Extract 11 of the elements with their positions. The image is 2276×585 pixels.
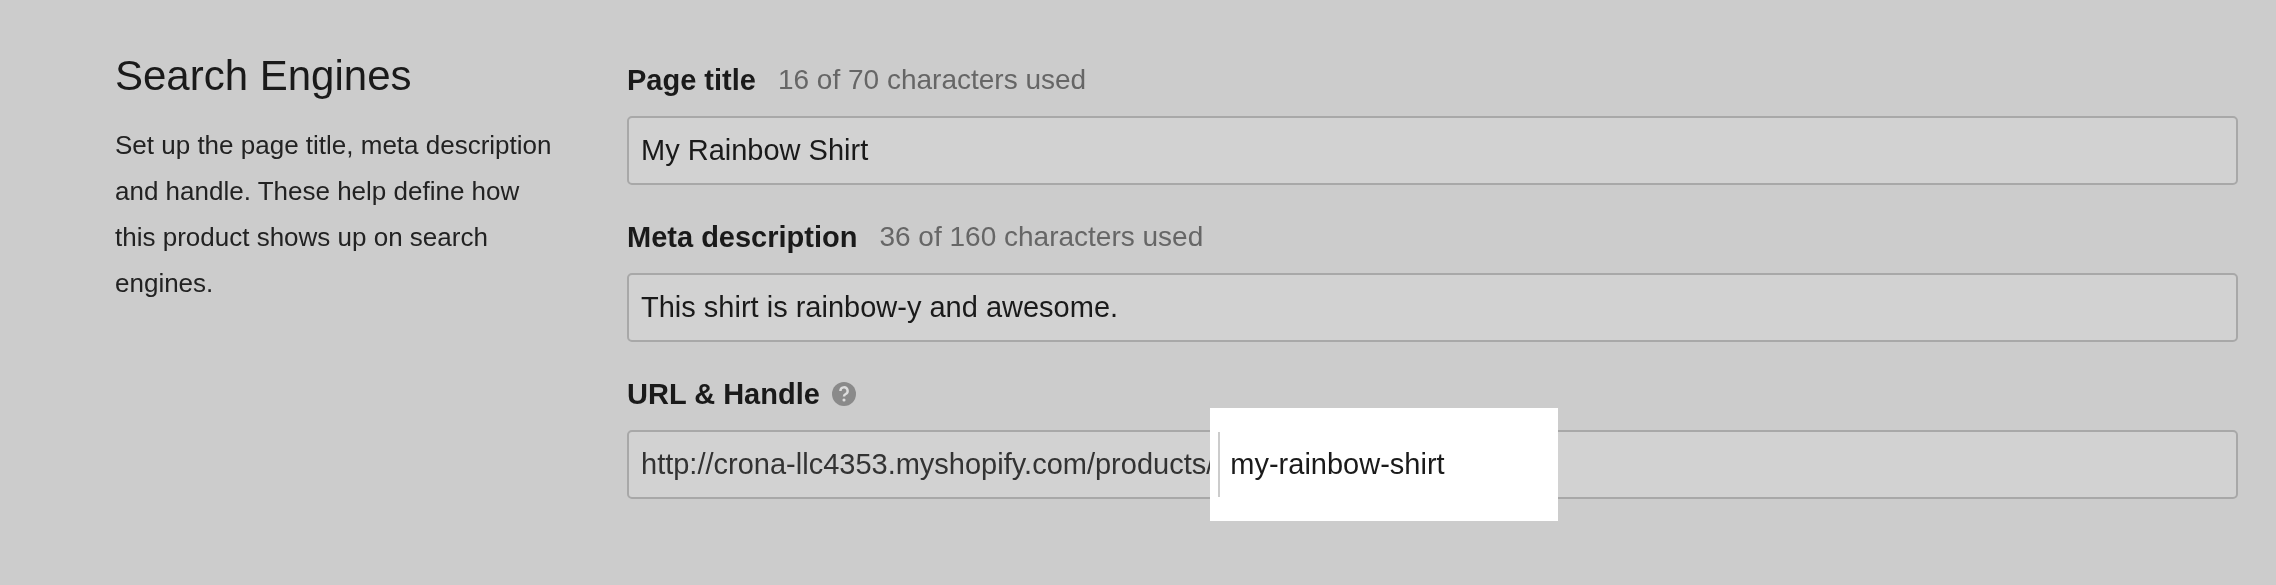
section-title: Search Engines <box>115 52 413 100</box>
url-prefix: http://crona-llc4353.myshopify.com/products/ <box>640 448 1215 481</box>
field-label: URL & Handle <box>627 377 820 411</box>
field-label: Meta description <box>627 220 858 254</box>
field-label: Page title <box>627 63 756 97</box>
character-counter: 16 of 70 characters used <box>777 64 1087 96</box>
character-counter: 36 of 160 characters used <box>879 221 1204 253</box>
text-field[interactable]: This shirt is rainbow-y and awesome. <box>627 273 2238 342</box>
section-description: Set up the page title, meta description and handle. These help define how this product shows up on search engines. <box>115 129 553 300</box>
text-field[interactable]: My Rainbow Shirt <box>627 116 2238 185</box>
help-icon[interactable] <box>831 382 856 406</box>
